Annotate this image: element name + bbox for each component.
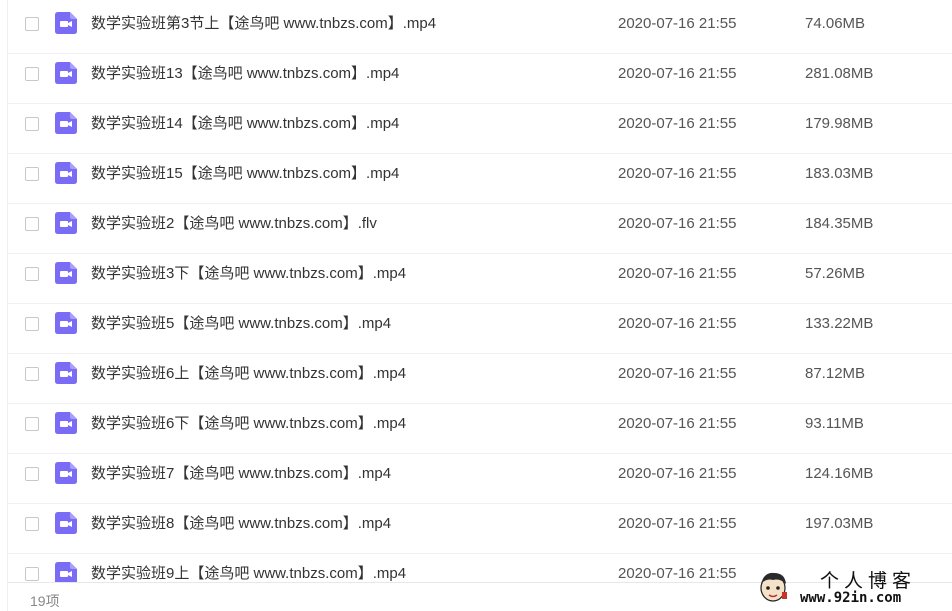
watermark-url: www.92in.com	[800, 590, 902, 606]
file-size: 281.08MB	[805, 65, 874, 82]
row-checkbox[interactable]	[25, 217, 39, 231]
file-name[interactable]: 数学实验班5【途鸟吧 www.tnbzs.com】.mp4	[91, 314, 391, 334]
row-checkbox[interactable]	[25, 67, 39, 81]
file-size: 197.03MB	[805, 515, 874, 532]
file-list: 数学实验班第3节上【途鸟吧 www.tnbzs.com】.mp4 2020-07-…	[0, 0, 952, 582]
file-size: 133.22MB	[805, 315, 874, 332]
file-row[interactable]: 数学实验班2【途鸟吧 www.tnbzs.com】.flv 2020-07-16 …	[8, 204, 952, 254]
file-name[interactable]: 数学实验班14【途鸟吧 www.tnbzs.com】.mp4	[91, 114, 399, 134]
file-size: 87.12MB	[805, 365, 866, 382]
file-size: 179.98MB	[805, 115, 874, 132]
file-modified-date: 2020-07-16 21:55	[618, 515, 737, 532]
file-row[interactable]: 数学实验班第3节上【途鸟吧 www.tnbzs.com】.mp4 2020-07-…	[8, 4, 952, 54]
file-modified-date: 2020-07-16 21:55	[618, 215, 737, 232]
file-modified-date: 2020-07-16 21:55	[618, 315, 737, 332]
file-row[interactable]: 数学实验班3下【途鸟吧 www.tnbzs.com】.mp4 2020-07-16…	[8, 254, 952, 304]
row-checkbox[interactable]	[25, 17, 39, 31]
video-file-icon	[55, 212, 77, 234]
video-file-icon	[55, 412, 77, 434]
row-checkbox[interactable]	[25, 117, 39, 131]
row-checkbox[interactable]	[25, 467, 39, 481]
row-checkbox[interactable]	[25, 567, 39, 581]
file-name[interactable]: 数学实验班6下【途鸟吧 www.tnbzs.com】.mp4	[91, 414, 406, 434]
video-file-icon	[55, 62, 77, 84]
file-size: 183.03MB	[805, 165, 874, 182]
file-row[interactable]: 数学实验班6下【途鸟吧 www.tnbzs.com】.mp4 2020-07-16…	[8, 404, 952, 454]
cartoon-avatar-icon	[760, 572, 787, 602]
file-name[interactable]: 数学实验班7【途鸟吧 www.tnbzs.com】.mp4	[91, 464, 391, 484]
file-modified-date: 2020-07-16 21:55	[618, 115, 737, 132]
file-row[interactable]: 数学实验班6上【途鸟吧 www.tnbzs.com】.mp4 2020-07-16…	[8, 354, 952, 404]
item-count: 19项	[30, 593, 60, 609]
blog-watermark: 个人博客 www.92in.com	[756, 562, 952, 611]
file-row[interactable]: 数学实验班15【途鸟吧 www.tnbzs.com】.mp4 2020-07-16…	[8, 154, 952, 204]
file-modified-date: 2020-07-16 21:55	[618, 365, 737, 382]
row-checkbox[interactable]	[25, 367, 39, 381]
file-size: 93.11MB	[805, 415, 864, 432]
file-row[interactable]: 数学实验班13【途鸟吧 www.tnbzs.com】.mp4 2020-07-16…	[8, 54, 952, 104]
file-modified-date: 2020-07-16 21:55	[618, 265, 737, 282]
file-size: 184.35MB	[805, 215, 874, 232]
file-modified-date: 2020-07-16 21:55	[618, 565, 737, 582]
watermark-title: 个人博客	[820, 570, 917, 592]
file-name[interactable]: 数学实验班2【途鸟吧 www.tnbzs.com】.flv	[91, 214, 377, 234]
file-modified-date: 2020-07-16 21:55	[618, 165, 737, 182]
file-size: 124.16MB	[805, 465, 874, 482]
file-name[interactable]: 数学实验班3下【途鸟吧 www.tnbzs.com】.mp4	[91, 264, 406, 284]
video-file-icon	[55, 12, 77, 34]
file-modified-date: 2020-07-16 21:55	[618, 465, 737, 482]
video-file-icon	[55, 162, 77, 184]
file-row[interactable]: 数学实验班8【途鸟吧 www.tnbzs.com】.mp4 2020-07-16 …	[8, 504, 952, 554]
file-name[interactable]: 数学实验班9上【途鸟吧 www.tnbzs.com】.mp4	[91, 564, 406, 582]
row-checkbox[interactable]	[25, 167, 39, 181]
file-size: 57.26MB	[805, 265, 866, 282]
row-checkbox[interactable]	[25, 267, 39, 281]
row-checkbox[interactable]	[25, 417, 39, 431]
row-checkbox[interactable]	[25, 517, 39, 531]
video-file-icon	[55, 262, 77, 284]
video-file-icon	[55, 562, 77, 582]
video-file-icon	[55, 462, 77, 484]
row-checkbox[interactable]	[25, 317, 39, 331]
file-modified-date: 2020-07-16 21:55	[618, 415, 737, 432]
file-name[interactable]: 数学实验班13【途鸟吧 www.tnbzs.com】.mp4	[91, 64, 399, 84]
file-row[interactable]: 数学实验班7【途鸟吧 www.tnbzs.com】.mp4 2020-07-16 …	[8, 454, 952, 504]
file-row[interactable]: 数学实验班5【途鸟吧 www.tnbzs.com】.mp4 2020-07-16 …	[8, 304, 952, 354]
file-size: 74.06MB	[805, 15, 866, 32]
file-name[interactable]: 数学实验班8【途鸟吧 www.tnbzs.com】.mp4	[91, 514, 391, 534]
file-row[interactable]: 数学实验班14【途鸟吧 www.tnbzs.com】.mp4 2020-07-16…	[8, 104, 952, 154]
file-modified-date: 2020-07-16 21:55	[618, 15, 737, 32]
file-modified-date: 2020-07-16 21:55	[618, 65, 737, 82]
video-file-icon	[55, 512, 77, 534]
file-name[interactable]: 数学实验班15【途鸟吧 www.tnbzs.com】.mp4	[91, 164, 399, 184]
video-file-icon	[55, 112, 77, 134]
file-name[interactable]: 数学实验班第3节上【途鸟吧 www.tnbzs.com】.mp4	[91, 14, 436, 34]
file-name[interactable]: 数学实验班6上【途鸟吧 www.tnbzs.com】.mp4	[91, 364, 406, 384]
video-file-icon	[55, 362, 77, 384]
video-file-icon	[55, 312, 77, 334]
